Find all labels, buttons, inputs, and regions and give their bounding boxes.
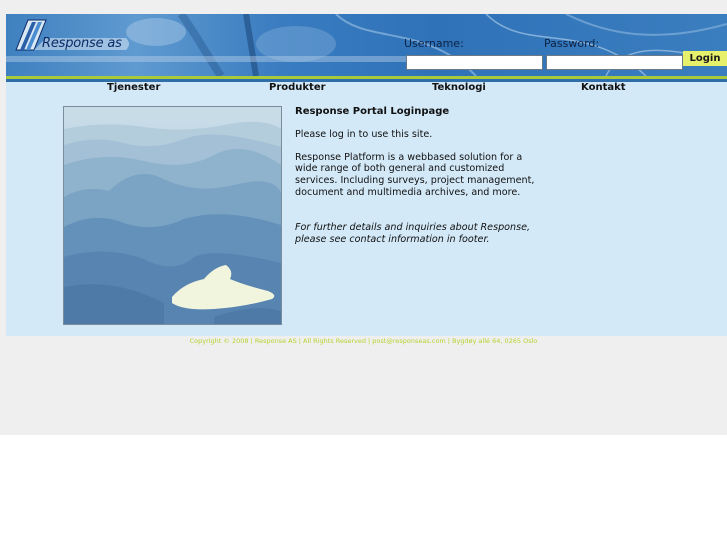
page-title: Response Portal Loginpage bbox=[295, 106, 450, 117]
password-input[interactable] bbox=[546, 55, 683, 70]
login-button[interactable]: Login bbox=[683, 51, 727, 66]
nav-item-teknologi[interactable]: Teknologi bbox=[432, 82, 486, 93]
main-content: Response Portal Loginpage Please log in … bbox=[295, 106, 535, 256]
nav-item-tjenester[interactable]: Tjenester bbox=[107, 82, 160, 93]
nav-item-kontakt[interactable]: Kontakt bbox=[581, 82, 626, 93]
logo-text: Response as bbox=[42, 36, 122, 51]
site-container: Response as Username: Password: Login Tj… bbox=[6, 14, 727, 336]
header-banner: Response as Username: Password: Login bbox=[6, 14, 727, 76]
intro-text: Please log in to use this site. bbox=[295, 128, 433, 140]
nav-item-produkter[interactable]: Produkter bbox=[269, 82, 326, 93]
footer-copyright: Copyright © 2008 | Response AS | All Rig… bbox=[189, 337, 538, 345]
username-input[interactable] bbox=[406, 55, 543, 70]
contact-note: For further details and inquiries about … bbox=[295, 221, 531, 245]
description-text: Response Platform is a webbased solution… bbox=[295, 151, 535, 198]
username-label: Username: bbox=[404, 37, 464, 50]
password-label: Password: bbox=[544, 37, 600, 50]
mountain-lake-photo bbox=[63, 106, 282, 325]
